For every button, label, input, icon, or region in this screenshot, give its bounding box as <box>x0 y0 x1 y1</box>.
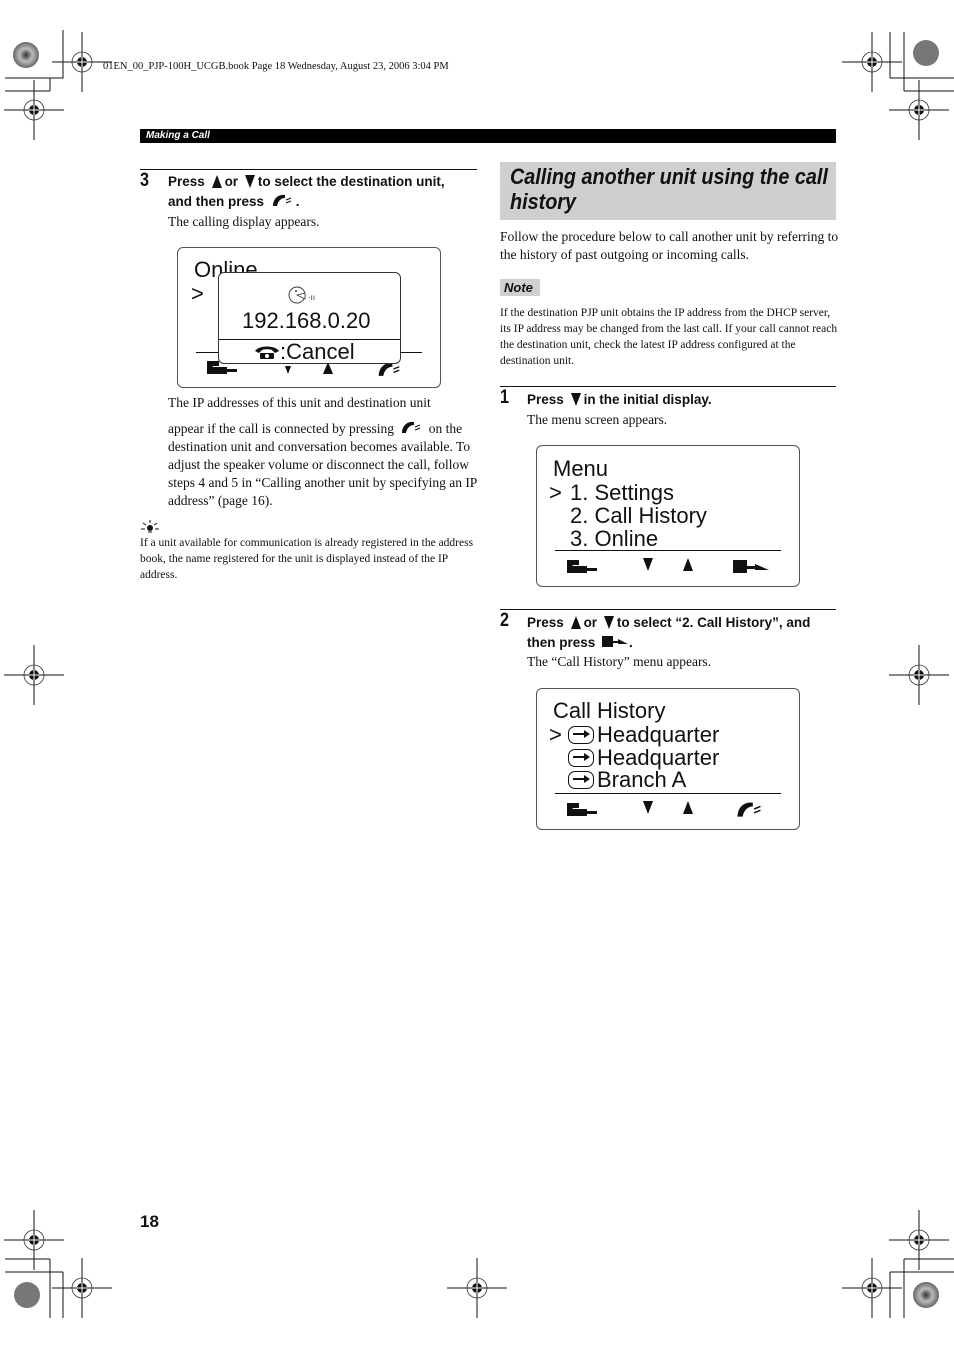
section-header-bar: Making a Call <box>140 129 836 143</box>
dialing-ip-address: 192.168.0.20 <box>242 308 371 333</box>
calling-popup: ·ıı 192.168.0.20 :Cancel <box>218 272 401 364</box>
print-file-info: 01EN_00_PJP-100H_UCGB.book Page 18 Wedne… <box>103 61 449 72</box>
step-divider <box>500 609 836 610</box>
back-softkey-icon <box>567 560 597 573</box>
step-number: 1 <box>500 387 509 408</box>
up-arrow-icon <box>211 175 222 188</box>
down-arrow-icon <box>603 616 614 629</box>
cursor-indicator: > <box>549 480 562 505</box>
hangup-phone-icon <box>255 346 279 359</box>
lcd-divider <box>555 550 781 551</box>
section-heading: Calling another unit using the call hist… <box>510 164 828 214</box>
menu-item-online: 3. Online <box>570 526 659 551</box>
page-number: 18 <box>140 1212 159 1231</box>
section-title: Making a Call <box>146 130 210 141</box>
color-target-icon <box>913 1282 939 1308</box>
down-softkey-icon <box>285 366 291 374</box>
outgoing-call-icon <box>568 749 594 767</box>
lcd-divider <box>555 793 781 794</box>
history-entry: Headquarter <box>568 723 719 746</box>
color-target-icon <box>14 1282 40 1308</box>
step-number: 2 <box>500 610 509 631</box>
lightbulb-icon <box>141 520 159 533</box>
step3-instruction: Press or to select the destination unit,… <box>168 174 445 209</box>
step2-result: The “Call History” menu appears. <box>527 654 712 669</box>
down-softkey-icon <box>643 558 653 571</box>
step3-result: The calling display appears. <box>168 214 320 229</box>
note-label: Note <box>504 280 533 295</box>
cancel-action: :Cancel <box>254 340 355 363</box>
step1-result: The menu screen appears. <box>527 412 668 427</box>
step-divider <box>140 169 477 170</box>
intro-paragraph: Follow the procedure below to call anoth… <box>500 229 839 262</box>
down-arrow-icon <box>244 175 255 188</box>
menu-title: Menu <box>553 456 609 481</box>
step-number: 3 <box>140 170 149 191</box>
history-entry: Branch A <box>568 768 686 791</box>
calling-paragraph: The IP addresses of this unit and destin… <box>168 395 477 508</box>
enter-button-icon <box>602 636 629 647</box>
back-softkey-icon <box>567 803 597 816</box>
color-target-icon <box>13 42 39 68</box>
outgoing-call-icon <box>568 771 594 789</box>
history-entry: Headquarter <box>568 746 719 769</box>
step1-instruction: Press in the initial display. <box>527 392 712 407</box>
call-button-icon <box>402 421 421 433</box>
enter-softkey-icon <box>733 560 769 573</box>
calling-animation-icon: ·ıı <box>288 286 315 304</box>
call-softkey-icon <box>737 802 761 817</box>
menu-item-settings: 1. Settings <box>570 480 674 505</box>
up-arrow-icon <box>570 616 581 629</box>
down-arrow-icon <box>570 393 581 406</box>
cursor-indicator: > <box>191 281 204 306</box>
call-history-title: Call History <box>553 698 666 723</box>
menu-display-screen: Menu > 1. Settings 2. Call History 3. On… <box>536 445 800 587</box>
section-heading-box: Calling another unit using the call hist… <box>500 162 836 220</box>
cursor-indicator: > <box>549 722 562 747</box>
note-badge: Note <box>500 279 540 296</box>
svg-text:·ıı: ·ıı <box>308 293 315 302</box>
step2-instruction: Press or to select “2. Call History”, an… <box>527 615 811 650</box>
outgoing-call-icon <box>568 726 594 744</box>
hint-text: If a unit available for communication is… <box>140 537 474 581</box>
down-softkey-icon <box>643 801 653 814</box>
calling-display-screen: Online > ·ıı 192.168.0.20 :Cancel <box>177 247 441 388</box>
call-history-display-screen: Call History > Headquarter Headquarter B… <box>536 688 800 830</box>
color-target-icon <box>913 40 939 66</box>
up-softkey-icon <box>683 801 693 814</box>
step-divider <box>500 386 836 387</box>
note-text: If the destination PJP unit obtains the … <box>500 307 838 367</box>
menu-item-call-history: 2. Call History <box>570 503 707 528</box>
call-button-icon <box>272 194 292 206</box>
up-softkey-icon <box>683 558 693 571</box>
